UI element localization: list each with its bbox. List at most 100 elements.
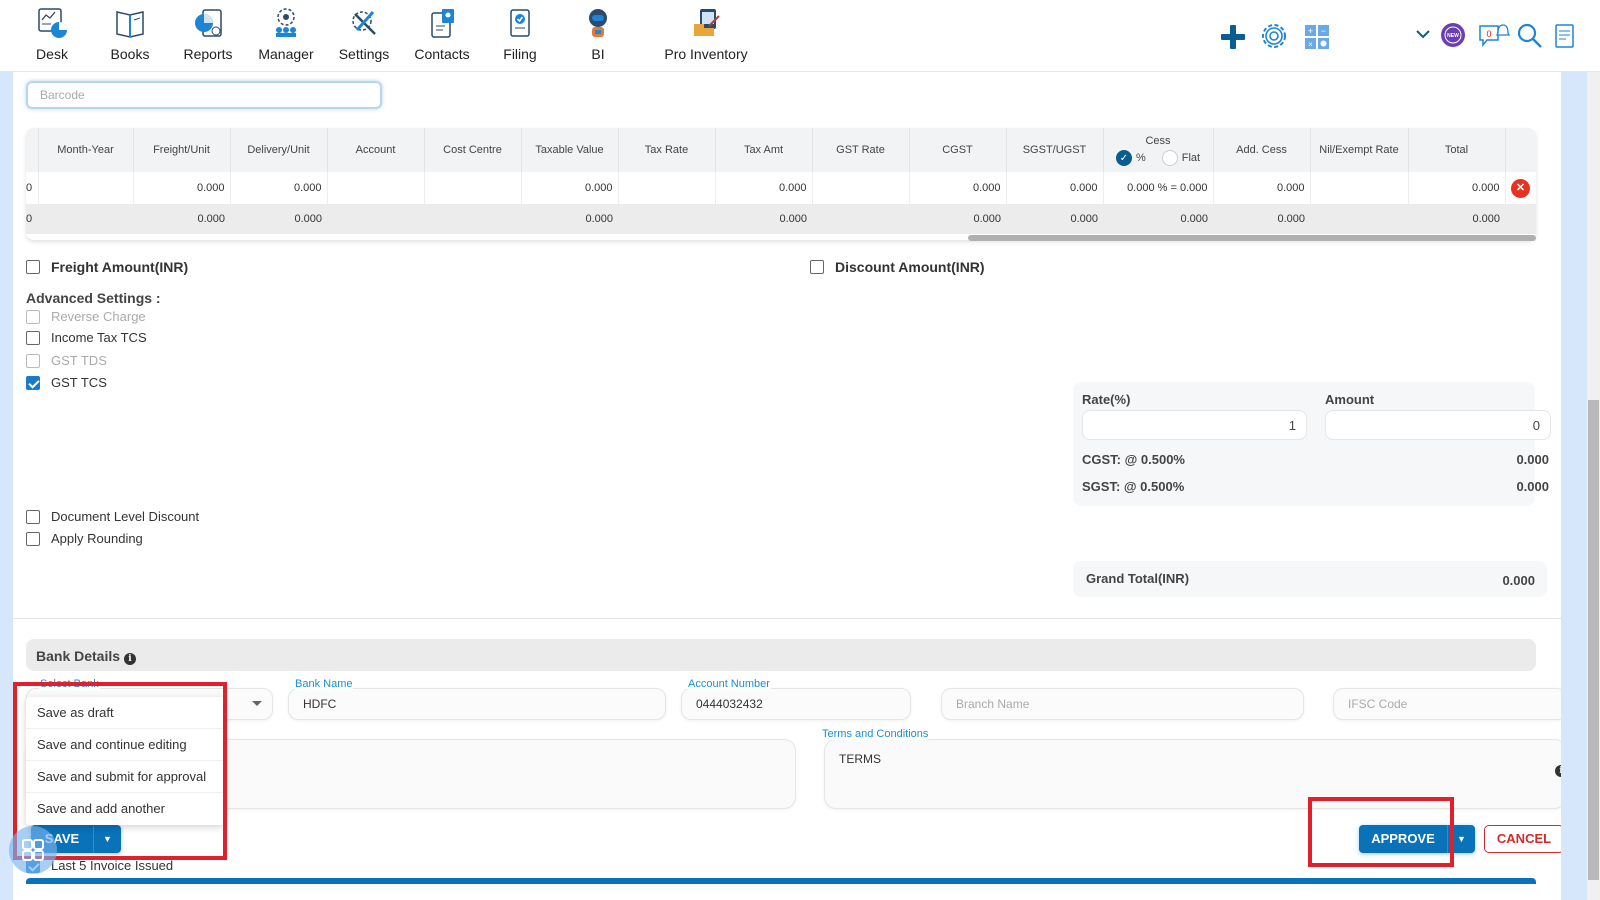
- col-tax-rate: Tax Rate: [618, 128, 716, 172]
- total-lead: 0: [26, 204, 38, 234]
- table-header-row: Month-Year Freight/Unit Delivery/Unit Ac…: [26, 128, 1536, 172]
- apply-rounding-checkbox[interactable]: Apply Rounding: [26, 531, 143, 546]
- nav-settings[interactable]: Settings: [324, 6, 404, 62]
- reverse-charge-label: Reverse Charge: [51, 309, 146, 324]
- col-nil-exempt: Nil/Exempt Rate: [1310, 128, 1409, 172]
- nav-manager-label: Manager: [258, 46, 314, 62]
- cess-percent-radio[interactable]: ✓: [1115, 149, 1132, 166]
- caret-down-icon: [252, 701, 262, 706]
- income-tax-tcs-checkbox[interactable]: Income Tax TCS: [26, 330, 147, 345]
- nav-manager[interactable]: Manager: [246, 6, 326, 62]
- gst-tds-checkbox[interactable]: GST TDS: [26, 353, 107, 368]
- cell-tax-amt: 0.000: [715, 172, 813, 204]
- page-scrollbar-thumb[interactable]: [1588, 400, 1599, 880]
- gst-tcs-box[interactable]: [26, 375, 40, 390]
- books-icon: [116, 11, 144, 38]
- approve-button[interactable]: APPROVE: [1359, 825, 1447, 853]
- terms-info-icon[interactable]: i: [1555, 765, 1561, 777]
- gst-tcs-label: GST TCS: [51, 375, 107, 390]
- cell-add-cess[interactable]: 0.000: [1213, 172, 1311, 204]
- nav-filing-label: Filing: [503, 46, 537, 62]
- plus-icon[interactable]: [1218, 22, 1248, 52]
- income-tax-tcs-box[interactable]: [26, 330, 40, 345]
- cell-cess[interactable]: 0.000 % = 0.000: [1103, 172, 1214, 204]
- gst-tds-box[interactable]: [26, 353, 40, 368]
- nav-reports[interactable]: Reports: [168, 6, 248, 62]
- cell-nil-exempt[interactable]: [1310, 172, 1409, 204]
- cell-month-year[interactable]: [38, 172, 134, 204]
- col-account: Account: [327, 128, 425, 172]
- info-icon[interactable]: i: [123, 653, 136, 665]
- cell-cost-centre[interactable]: [424, 172, 522, 204]
- cancel-button[interactable]: CANCEL: [1484, 825, 1561, 853]
- col-gst-rate: GST Rate: [812, 128, 910, 172]
- floating-apps-button[interactable]: [9, 826, 57, 874]
- document-level-discount-checkbox[interactable]: Document Level Discount: [26, 509, 199, 524]
- table-horizontal-scrollbar[interactable]: [968, 235, 1536, 241]
- account-number-field[interactable]: 0444032432: [681, 688, 911, 720]
- freight-amount-checkbox[interactable]: Freight Amount(INR): [26, 259, 188, 275]
- nav-pro-inventory[interactable]: Pro Inventory: [646, 6, 766, 62]
- terms-textarea[interactable]: TERMS: [824, 739, 1561, 809]
- delete-row-button[interactable]: ✕: [1511, 178, 1530, 198]
- approve-dropdown-toggle[interactable]: ▼: [1447, 825, 1475, 853]
- barcode-input[interactable]: [26, 81, 382, 109]
- clipboard-icon[interactable]: [1554, 22, 1576, 50]
- cell-gst-rate[interactable]: [812, 172, 910, 204]
- cess-flat-radio[interactable]: [1161, 149, 1178, 166]
- cell-total: 0.000: [1408, 172, 1506, 204]
- menu-save-as-draft[interactable]: Save as draft: [26, 697, 224, 729]
- nav-desk[interactable]: Desk: [12, 6, 92, 62]
- search-icon[interactable]: [1516, 22, 1544, 50]
- document-level-discount-box[interactable]: [26, 509, 40, 524]
- discount-amount-box[interactable]: [810, 260, 824, 274]
- apply-rounding-box[interactable]: [26, 531, 40, 546]
- new-badge-icon[interactable]: NEW: [1440, 22, 1466, 48]
- notification-count: 0: [1486, 29, 1491, 39]
- total-account: [327, 204, 424, 234]
- chevron-down-icon[interactable]: [1413, 24, 1433, 44]
- last-invoices-label: Last 5 Invoice Issued: [51, 858, 174, 873]
- section-divider: [13, 618, 1561, 619]
- calculator-icon[interactable]: + −×: [1302, 22, 1332, 52]
- nav-bi-label: BI: [591, 46, 605, 62]
- branch-name-field[interactable]: Branch Name: [941, 688, 1304, 720]
- nav-filing[interactable]: Filing: [480, 6, 560, 62]
- rate-label: Rate(%): [1082, 392, 1131, 407]
- contacts-icon: [431, 9, 454, 38]
- total-cgst: 0.000: [909, 204, 1006, 234]
- total-total: 0.000: [1408, 204, 1505, 234]
- menu-save-continue-editing[interactable]: Save and continue editing: [26, 729, 224, 761]
- menu-save-add-another[interactable]: Save and add another: [26, 793, 224, 825]
- reverse-charge-box[interactable]: [26, 309, 40, 324]
- nav-books[interactable]: Books: [90, 6, 170, 62]
- cell-delivery-unit[interactable]: 0.000: [230, 172, 328, 204]
- save-dropdown-toggle[interactable]: ▼: [93, 825, 121, 853]
- cell-account[interactable]: [327, 172, 425, 204]
- total-cost-centre: [424, 204, 521, 234]
- ifsc-code-field[interactable]: IFSC Code: [1333, 688, 1561, 720]
- account-number-value: 0444032432: [696, 697, 763, 711]
- cell-freight-unit[interactable]: 0.000: [133, 172, 231, 204]
- sgst-line-value: 0.000: [1516, 479, 1549, 494]
- gear-icon[interactable]: [1259, 21, 1289, 51]
- bank-details-title: Bank Details: [36, 648, 121, 664]
- rate-input[interactable]: [1082, 410, 1307, 440]
- bank-name-field[interactable]: HDFC: [288, 688, 666, 720]
- svg-text:×: ×: [1308, 40, 1313, 49]
- col-sgst: SGST/UGST: [1006, 128, 1104, 172]
- cell-tax-rate[interactable]: [618, 172, 716, 204]
- discount-amount-checkbox[interactable]: Discount Amount(INR): [810, 259, 985, 275]
- nav-contacts[interactable]: Contacts: [402, 6, 482, 62]
- menu-save-submit-approval[interactable]: Save and submit for approval: [26, 761, 224, 793]
- amount-input[interactable]: [1325, 410, 1551, 440]
- discount-amount-label: Discount Amount(INR): [835, 259, 985, 275]
- col-freight-unit: Freight/Unit: [133, 128, 231, 172]
- reports-icon: [195, 9, 222, 37]
- reverse-charge-checkbox[interactable]: Reverse Charge: [26, 309, 146, 324]
- freight-amount-box[interactable]: [26, 260, 40, 274]
- cell-sgst: 0.000: [1006, 172, 1104, 204]
- nav-bi[interactable]: BI: [558, 6, 638, 62]
- notification-icon[interactable]: 0: [1478, 20, 1510, 50]
- gst-tcs-checkbox[interactable]: GST TCS: [26, 375, 107, 390]
